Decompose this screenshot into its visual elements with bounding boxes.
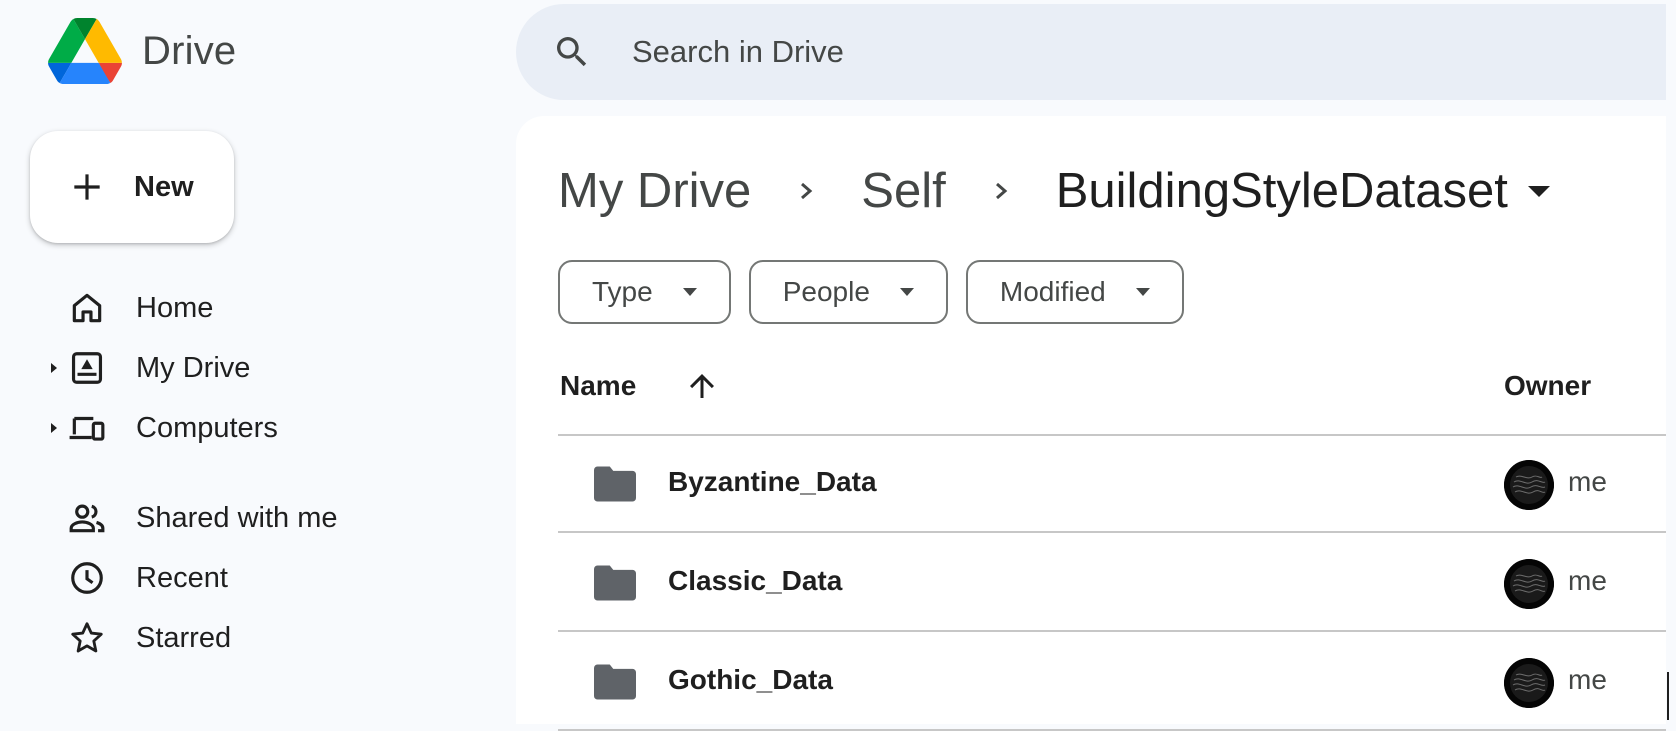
drive-logo[interactable]: Drive — [48, 14, 236, 88]
new-button-label: New — [134, 170, 194, 203]
avatar — [1504, 658, 1554, 708]
clock-icon — [71, 562, 103, 594]
star-icon — [71, 622, 103, 653]
avatar — [1504, 559, 1554, 609]
search-input[interactable] — [630, 33, 1330, 71]
computers-icon — [69, 416, 105, 441]
shared-with-me-icon — [69, 504, 105, 533]
owner-name: me — [1568, 664, 1607, 695]
file-name: Byzantine_Data — [668, 466, 877, 497]
table-row[interactable]: Byzantine_Data me — [558, 436, 1666, 533]
sidebar-item-computers[interactable]: Computers — [40, 400, 480, 456]
my-drive-icon — [71, 352, 103, 384]
column-header-owner[interactable]: Owner — [1504, 370, 1591, 402]
sidebar-item-label: Starred — [136, 621, 232, 654]
main-panel: My Drive Self BuildingStyleDataset Type … — [516, 116, 1666, 731]
folder-icon — [594, 466, 636, 502]
breadcrumb-self[interactable]: Self — [861, 163, 945, 219]
folder-icon — [594, 565, 636, 601]
list-header: Name Owner — [558, 350, 1666, 436]
sidebar-item-label: Shared with me — [136, 501, 338, 534]
sidebar-item-shared-with-me[interactable]: Shared with me — [40, 490, 480, 546]
avatar — [1504, 460, 1554, 510]
home-icon — [72, 293, 102, 323]
sidebar-item-starred[interactable]: Starred — [40, 610, 480, 666]
avatar-image — [1504, 559, 1554, 609]
folder-icon — [594, 664, 636, 700]
avatar-image — [1504, 460, 1554, 510]
expand-caret-icon[interactable] — [48, 361, 60, 375]
sidebar-item-label: Recent — [136, 561, 228, 594]
avatar-image — [1504, 658, 1554, 708]
sidebar-item-label: My Drive — [136, 351, 251, 384]
expand-caret-icon[interactable] — [48, 421, 60, 435]
sidebar-item-label: Computers — [136, 411, 278, 444]
breadcrumb-current-folder[interactable]: BuildingStyleDataset — [1056, 163, 1508, 219]
sidebar-item-my-drive[interactable]: My Drive — [40, 340, 480, 396]
sidebar-item-label: Home — [136, 291, 214, 324]
caret-down-icon[interactable] — [1526, 184, 1552, 198]
owner-name: me — [1568, 565, 1607, 596]
search-bar[interactable] — [516, 4, 1666, 100]
table-row[interactable]: Classic_Data me — [558, 535, 1666, 632]
chevron-right-icon — [995, 182, 1007, 200]
breadcrumb-my-drive[interactable]: My Drive — [558, 163, 751, 219]
filter-label: Modified — [999, 276, 1106, 307]
file-name: Classic_Data — [668, 565, 843, 596]
search-icon[interactable] — [552, 32, 592, 72]
drive-logo-icon — [48, 18, 122, 84]
chevron-right-icon — [801, 182, 813, 200]
caret-down-icon — [682, 288, 697, 296]
breadcrumb: My Drive Self BuildingStyleDataset — [558, 156, 1552, 226]
app-name: Drive — [142, 28, 237, 73]
sidebar-item-recent[interactable]: Recent — [40, 550, 480, 606]
sidebar-item-home[interactable]: Home — [40, 280, 480, 336]
filter-type[interactable]: Type — [558, 260, 731, 324]
filter-chips: Type People Modified — [558, 260, 1202, 324]
plus-icon — [74, 174, 100, 200]
filter-people[interactable]: People — [748, 260, 948, 324]
table-row[interactable]: Gothic_Data me — [558, 634, 1666, 731]
filter-label: Type — [592, 276, 653, 307]
arrow-up-icon[interactable] — [684, 368, 720, 404]
caret-down-icon — [1135, 288, 1150, 296]
filter-label: People — [782, 276, 870, 307]
text-cursor — [1667, 672, 1669, 720]
filter-modified[interactable]: Modified — [965, 260, 1184, 324]
caret-down-icon — [899, 288, 914, 296]
column-header-name[interactable]: Name — [560, 370, 636, 402]
owner-name: me — [1568, 466, 1607, 497]
file-name: Gothic_Data — [668, 664, 833, 695]
new-button[interactable]: New — [30, 131, 234, 243]
